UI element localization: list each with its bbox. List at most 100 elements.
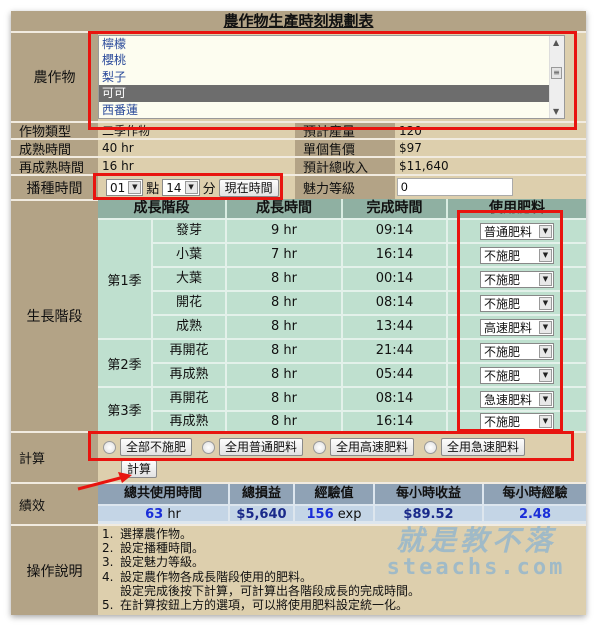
chevron-down-icon[interactable]: ▼: [539, 296, 552, 310]
crop-option[interactable]: 梨子: [99, 69, 554, 85]
stage-name: 再成熟: [153, 410, 227, 431]
exp-per-hour-value: 2.48: [484, 504, 586, 522]
grow-time: 8 hr: [227, 266, 343, 290]
grow-time: 7 hr: [227, 242, 343, 266]
fertilizer-cell: 不施肥 ▼: [448, 290, 586, 314]
price-label: 單個售價: [295, 138, 395, 158]
crop-listbox[interactable]: 檸檬 櫻桃 梨子 可可 西番蓮 ▲ ≡ ▼: [98, 35, 565, 119]
charm-level-label: 魅力等級: [295, 174, 395, 199]
crop-option-selected[interactable]: 可可: [99, 85, 554, 102]
crop-option[interactable]: 檸檬: [99, 36, 554, 52]
done-time: 16:14: [343, 410, 448, 431]
mature-time-value: 40 hr: [98, 138, 295, 156]
price-value: $97: [395, 138, 586, 156]
radio-normal-fertilizer[interactable]: [202, 440, 216, 454]
instruction-item: 5. 在計算按鈕上方的選項，可以將使用肥料設定統一化。: [102, 598, 409, 613]
chevron-down-icon[interactable]: ▼: [539, 248, 552, 262]
header-profit: 總損益: [230, 484, 295, 504]
radio-high-speed-fertilizer[interactable]: [313, 440, 327, 454]
fertilizer-cell: 急速肥料 ▼: [448, 386, 586, 410]
grow-time: 8 hr: [227, 362, 343, 386]
yield-value: 120: [395, 121, 586, 138]
done-time: 08:14: [343, 290, 448, 314]
hour-unit: 點: [146, 182, 160, 197]
instruction-item: 2. 設定播種時間。: [102, 541, 205, 556]
fertilizer-cell: 不施肥 ▼: [448, 242, 586, 266]
chevron-down-icon[interactable]: ▼: [539, 368, 552, 382]
done-time: 16:14: [343, 242, 448, 266]
instruction-item: 3. 設定魅力等級。: [102, 555, 205, 570]
fertilizer-select[interactable]: 不施肥 ▼: [480, 270, 554, 288]
chevron-down-icon[interactable]: ▼: [128, 181, 142, 194]
chevron-down-icon[interactable]: ▼: [184, 181, 198, 194]
charm-level-input[interactable]: [397, 178, 513, 196]
mature-time-label: 成熟時間: [11, 138, 98, 158]
stage-name: 開花: [153, 290, 227, 314]
season-2: 第2季: [98, 338, 153, 386]
crop-option[interactable]: 櫻桃: [99, 52, 554, 68]
profit-value: $5,640: [230, 504, 295, 522]
fertilizer-select[interactable]: 不施肥 ▼: [480, 413, 554, 430]
fertilizer-select[interactable]: 普通肥料 ▼: [480, 222, 554, 240]
header-stage: 成長階段: [98, 199, 227, 218]
scroll-thumb[interactable]: ≡: [551, 67, 562, 79]
stage-name: 再開花: [153, 386, 227, 410]
season-1: 第1季: [98, 218, 153, 338]
done-time: 13:44: [343, 314, 448, 338]
header-grow-time: 成長時間: [227, 199, 343, 218]
scroll-down-icon[interactable]: ▼: [553, 107, 559, 116]
calc-cell: 全部不施肥 全用普通肥料 全用高速肥料 全用急速肥料 計算: [98, 431, 586, 482]
page-title: 農作物生產時刻規劃表: [11, 11, 586, 31]
header-fertilizer: 使用肥料: [448, 199, 586, 218]
season-3: 第3季: [98, 386, 153, 431]
radio-rapid-fertilizer[interactable]: [424, 440, 438, 454]
fertilizer-cell: 不施肥 ▼: [448, 410, 586, 431]
instruction-item: 4. 設定農作物各成長階段使用的肥料。: [102, 569, 313, 584]
minute-unit: 分: [202, 182, 216, 197]
done-time: 21:44: [343, 338, 448, 362]
header-exp-per-hour: 每小時經驗: [484, 484, 586, 504]
grow-time: 9 hr: [227, 218, 343, 242]
chevron-down-icon[interactable]: ▼: [539, 344, 552, 358]
fertilizer-select[interactable]: 不施肥 ▼: [480, 366, 554, 384]
fertilizer-select[interactable]: 不施肥 ▼: [480, 294, 554, 312]
chevron-down-icon[interactable]: ▼: [539, 392, 552, 406]
fertilizer-select[interactable]: 不施肥 ▼: [480, 342, 554, 360]
chevron-down-icon[interactable]: ▼: [539, 415, 552, 428]
sowing-time-label: 播種時間: [11, 174, 98, 199]
all-high-speed-fertilizer-button[interactable]: 全用高速肥料: [330, 438, 415, 456]
fertilizer-select[interactable]: 不施肥 ▼: [480, 246, 554, 264]
grow-time: 8 hr: [227, 338, 343, 362]
chevron-down-icon[interactable]: ▼: [539, 272, 552, 286]
all-no-fertilizer-button[interactable]: 全部不施肥: [120, 438, 193, 456]
instruction-item: 1. 選擇農作物。: [102, 527, 193, 541]
performance-table: 總共使用時間 總損益 經驗值 每小時收益 每小時經驗 63 hr $5,640 …: [98, 482, 586, 524]
growth-stage-label: 生長階段: [11, 199, 98, 431]
stage-name: 再成熟: [153, 362, 227, 386]
instruction-item: 設定完成後按下計算，可計算出各階段成長的完成時間。: [120, 583, 421, 598]
radio-no-fertilizer[interactable]: [103, 440, 116, 454]
minute-select[interactable]: 14 ▼: [162, 179, 200, 196]
header-profit-per-hour: 每小時收益: [375, 484, 484, 504]
sowing-time-cell: 01 ▼ 點 14 ▼ 分 現在時間: [98, 174, 295, 199]
all-rapid-fertilizer-button[interactable]: 全用急速肥料: [441, 438, 526, 456]
grow-time: 8 hr: [227, 410, 343, 431]
scroll-up-icon[interactable]: ▲: [553, 38, 559, 47]
all-normal-fertilizer-button[interactable]: 全用普通肥料: [219, 438, 304, 456]
done-time: 08:14: [343, 386, 448, 410]
crop-option[interactable]: 西番蓮: [99, 102, 554, 118]
stage-name: 小葉: [153, 242, 227, 266]
hour-select[interactable]: 01 ▼: [106, 179, 144, 196]
chevron-down-icon[interactable]: ▼: [539, 224, 552, 238]
yield-label: 預計產量: [295, 121, 395, 140]
listbox-scrollbar[interactable]: ▲ ≡ ▼: [549, 36, 564, 118]
fertilizer-select[interactable]: 急速肥料 ▼: [480, 390, 554, 408]
fertilizer-select[interactable]: 高速肥料 ▼: [480, 318, 554, 336]
grow-time: 8 hr: [227, 290, 343, 314]
fertilizer-cell: 普通肥料 ▼: [448, 218, 586, 242]
fertilizer-cell: 不施肥 ▼: [448, 266, 586, 290]
now-time-button[interactable]: 現在時間: [218, 178, 279, 197]
done-time: 05:44: [343, 362, 448, 386]
stage-name: 成熟: [153, 314, 227, 338]
chevron-down-icon[interactable]: ▼: [539, 320, 552, 334]
